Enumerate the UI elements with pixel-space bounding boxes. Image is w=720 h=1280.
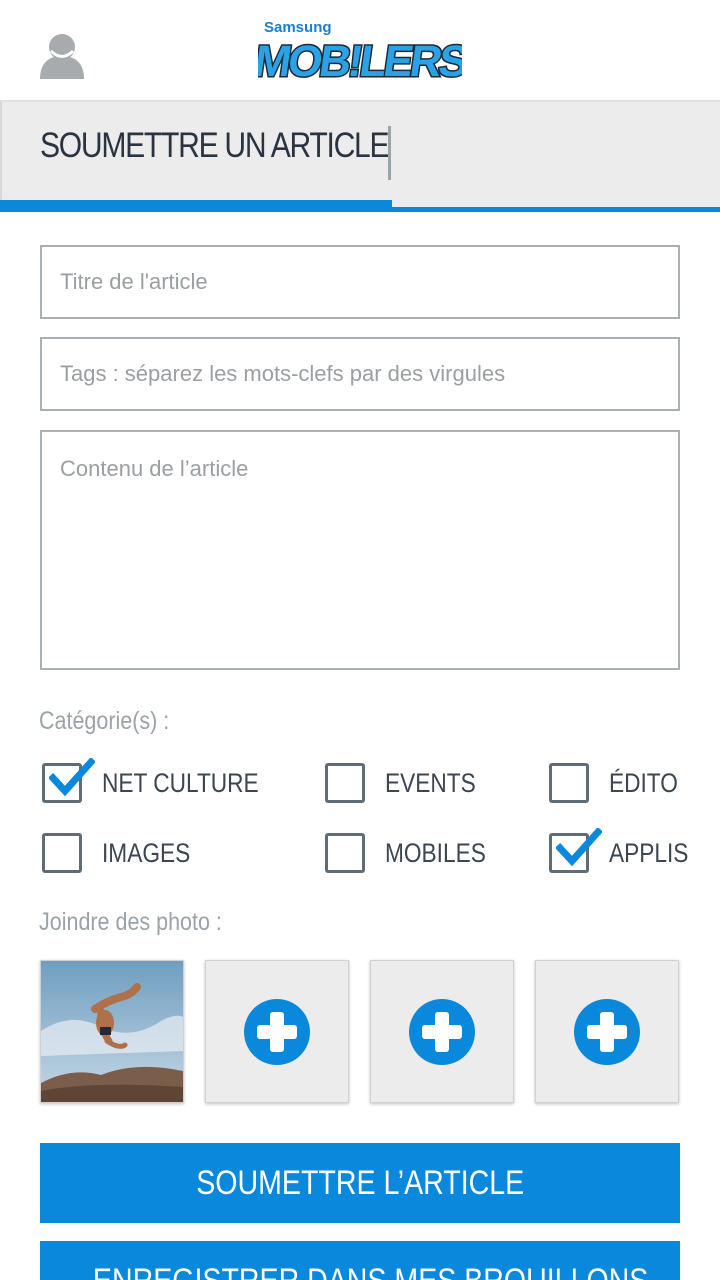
category-images-checkbox[interactable]: IMAGES	[42, 830, 207, 876]
save-draft-label: ENREGISTRER DANS MES BROUILLONS	[93, 1241, 648, 1280]
checkbox-box	[549, 763, 589, 803]
article-tags-input[interactable]	[40, 337, 680, 411]
add-photo-icon	[409, 999, 475, 1065]
checkbox-box	[42, 833, 82, 873]
photo-slot-2[interactable]	[205, 960, 349, 1103]
article-content-textarea[interactable]	[40, 430, 680, 670]
category-label: APPLIS	[609, 837, 689, 868]
checkbox-box	[549, 828, 602, 873]
tab-submit-article[interactable]: SOUMETTRE UN ARTICLE	[0, 102, 392, 202]
tab-bar-underline	[392, 207, 720, 212]
photo-thumbnail	[41, 961, 183, 1102]
mobilers-logo[interactable]: Samsung MOB!LERS	[258, 10, 462, 92]
checkbox-box	[42, 758, 95, 803]
submit-article-button[interactable]: SOUMETTRE L’ARTICLE	[40, 1143, 680, 1223]
category-mobiles-checkbox[interactable]: MOBILES	[325, 830, 505, 876]
tab-bar: SOUMETTRE UN ARTICLE	[0, 102, 720, 212]
submit-article-label: SOUMETTRE L’ARTICLE	[196, 1164, 524, 1202]
logo-brand-text: Samsung	[264, 19, 332, 36]
tab-active-indicator	[0, 200, 392, 212]
photo-slot-4[interactable]	[535, 960, 679, 1103]
category-label: NET CULTURE	[102, 767, 259, 798]
category-events-checkbox[interactable]: EVENTS	[325, 760, 493, 806]
checkbox-box	[325, 833, 365, 873]
category-label: IMAGES	[102, 837, 191, 868]
photo-slot-3[interactable]	[370, 960, 514, 1103]
category-label: MOBILES	[385, 837, 486, 868]
add-photo-icon	[244, 999, 310, 1065]
category-net-culture-checkbox[interactable]: NET CULTURE	[42, 758, 289, 806]
category-label: ÉDITO	[609, 767, 678, 798]
checkmark-icon	[556, 828, 602, 867]
category-label: EVENTS	[385, 767, 476, 798]
categories-label: Catégorie(s) :	[39, 707, 170, 735]
user-avatar-icon[interactable]	[38, 32, 86, 80]
add-photo-icon	[574, 999, 640, 1065]
tab-title: SOUMETTRE UN ARTICLE	[40, 126, 390, 165]
checkbox-box	[325, 763, 365, 803]
checkmark-icon	[49, 758, 95, 797]
top-bar: Samsung MOB!LERS	[0, 0, 720, 102]
tab-separator	[388, 126, 391, 180]
photo-slot-1[interactable]	[40, 960, 184, 1103]
save-draft-button[interactable]: ENREGISTRER DANS MES BROUILLONS	[40, 1241, 680, 1280]
category-applis-checkbox[interactable]: APPLIS	[549, 828, 704, 876]
category-edito-checkbox[interactable]: ÉDITO	[549, 760, 691, 806]
photos-label: Joindre des photo :	[39, 908, 222, 936]
article-title-input[interactable]	[40, 245, 680, 319]
logo-word-text: MOB!LERS	[258, 37, 462, 86]
